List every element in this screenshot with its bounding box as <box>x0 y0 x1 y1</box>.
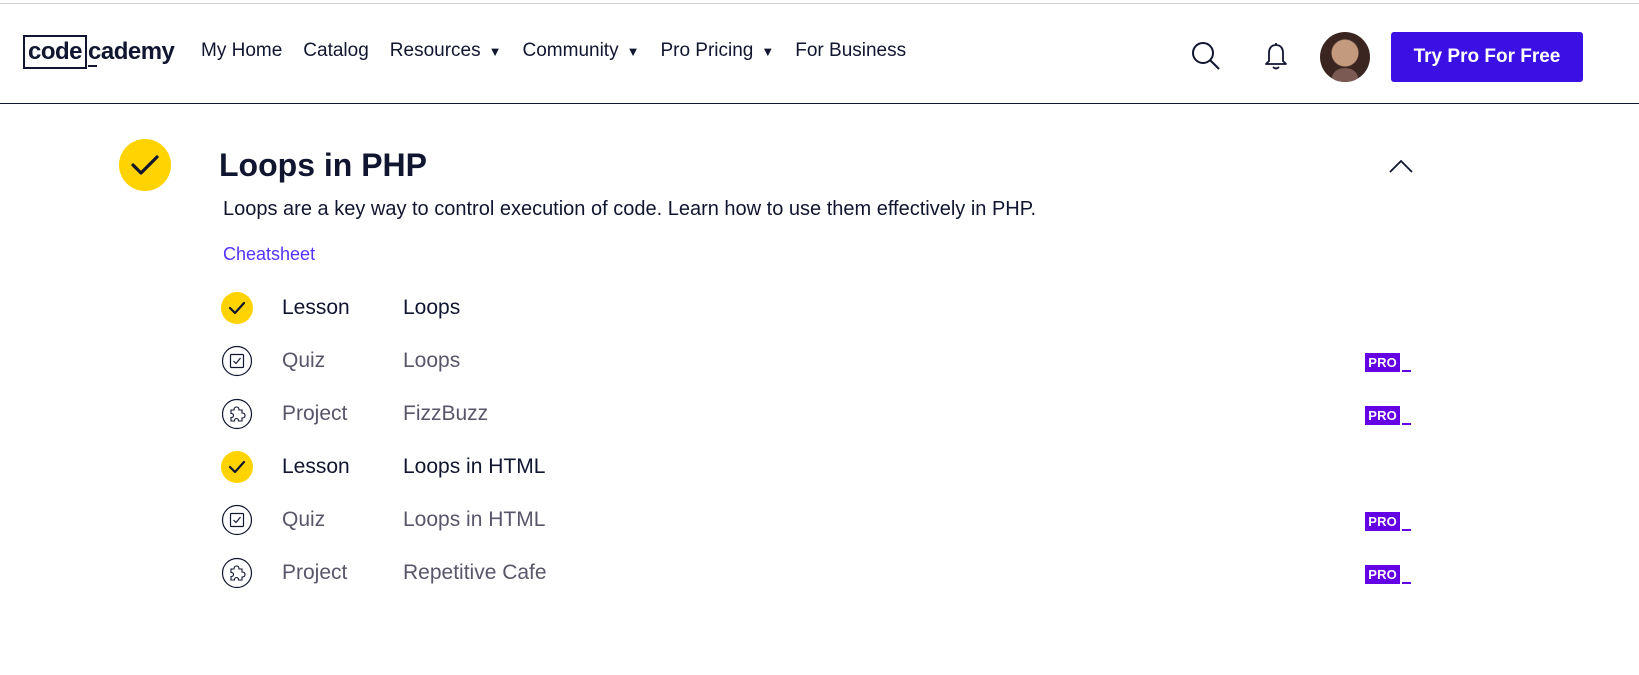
item-type: Quiz <box>282 348 326 372</box>
caret-down-icon: ▼ <box>626 43 640 59</box>
item-name: Loops in HTML <box>403 507 546 531</box>
nav-label: Pro Pricing <box>660 40 754 61</box>
nav-label: For Business <box>795 40 907 61</box>
pro-badge-label: PRO <box>1365 353 1400 372</box>
pro-badge: PRO <box>1365 565 1411 584</box>
list-item-quiz-loops-in-html[interactable]: Quiz Loops in HTML PRO <box>221 493 1411 546</box>
top-nav-bar: code cademy My Home Catalog Resources ▼ C… <box>0 4 1639 104</box>
chevron-up-icon[interactable] <box>1388 158 1414 174</box>
nav-for-business[interactable]: For Business <box>795 40 906 62</box>
pro-badge-label: PRO <box>1365 565 1400 584</box>
caret-down-icon: ▼ <box>488 43 502 59</box>
item-name: Loops in HTML <box>403 454 546 478</box>
nav-community[interactable]: Community ▼ <box>523 40 640 62</box>
puzzle-icon <box>221 398 253 429</box>
pro-badge-label: PRO <box>1365 406 1400 425</box>
pro-badge: PRO <box>1365 406 1411 425</box>
module-complete-check-icon <box>119 139 171 191</box>
main-nav: My Home Catalog Resources ▼ Community ▼ … <box>201 40 927 62</box>
logo-cademy: cademy <box>87 35 175 69</box>
list-item-lesson-loops[interactable]: Lesson Loops <box>221 281 1411 334</box>
search-icon[interactable] <box>1191 41 1221 71</box>
pro-badge: PRO <box>1365 512 1411 531</box>
item-name: Loops <box>403 295 461 319</box>
user-avatar[interactable] <box>1320 32 1370 82</box>
nav-catalog[interactable]: Catalog <box>303 40 369 62</box>
nav-label: Resources <box>389 40 481 61</box>
nav-pro-pricing[interactable]: Pro Pricing ▼ <box>660 40 774 62</box>
item-name: Repetitive Cafe <box>403 560 547 584</box>
item-name: FizzBuzz <box>403 401 489 425</box>
quiz-icon <box>221 345 253 376</box>
module-description: Loops are a key way to control execution… <box>223 198 1037 220</box>
pro-badge-underline <box>1402 423 1411 425</box>
nav-label: Catalog <box>303 40 369 61</box>
list-item-lesson-loops-in-html[interactable]: Lesson Loops in HTML <box>221 440 1411 493</box>
item-type: Lesson <box>282 295 350 319</box>
module-content-list: Lesson Loops Quiz Loops PRO Project Fizz… <box>221 281 1411 599</box>
nav-label: My Home <box>201 40 283 61</box>
item-type: Quiz <box>282 507 326 531</box>
item-type: Project <box>282 401 348 425</box>
nav-my-home[interactable]: My Home <box>201 40 282 62</box>
check-icon <box>221 450 253 483</box>
list-item-quiz-loops[interactable]: Quiz Loops PRO <box>221 334 1411 387</box>
item-name: Loops <box>403 348 461 372</box>
pro-badge-underline <box>1402 529 1411 531</box>
list-item-project-fizzbuzz[interactable]: Project FizzBuzz PRO <box>221 387 1411 440</box>
module-title: Loops in PHP <box>219 147 427 183</box>
cheatsheet-link[interactable]: Cheatsheet <box>223 244 315 265</box>
check-icon <box>221 291 253 324</box>
pro-badge: PRO <box>1365 353 1411 372</box>
puzzle-icon <box>221 557 253 588</box>
try-pro-button[interactable]: Try Pro For Free <box>1391 32 1583 82</box>
logo-code: code <box>23 35 88 69</box>
pro-badge-underline <box>1402 370 1411 372</box>
caret-down-icon: ▼ <box>761 43 775 59</box>
pro-badge-label: PRO <box>1365 512 1400 531</box>
list-item-project-repetitive-cafe[interactable]: Project Repetitive Cafe PRO <box>221 546 1411 599</box>
nav-label: Community <box>522 40 619 61</box>
nav-resources[interactable]: Resources ▼ <box>390 40 502 62</box>
notification-bell-icon[interactable] <box>1263 42 1289 72</box>
item-type: Lesson <box>282 454 350 478</box>
pro-badge-underline <box>1402 582 1411 584</box>
item-type: Project <box>282 560 348 584</box>
codecademy-logo[interactable]: code cademy <box>23 34 175 70</box>
quiz-icon <box>221 504 253 535</box>
